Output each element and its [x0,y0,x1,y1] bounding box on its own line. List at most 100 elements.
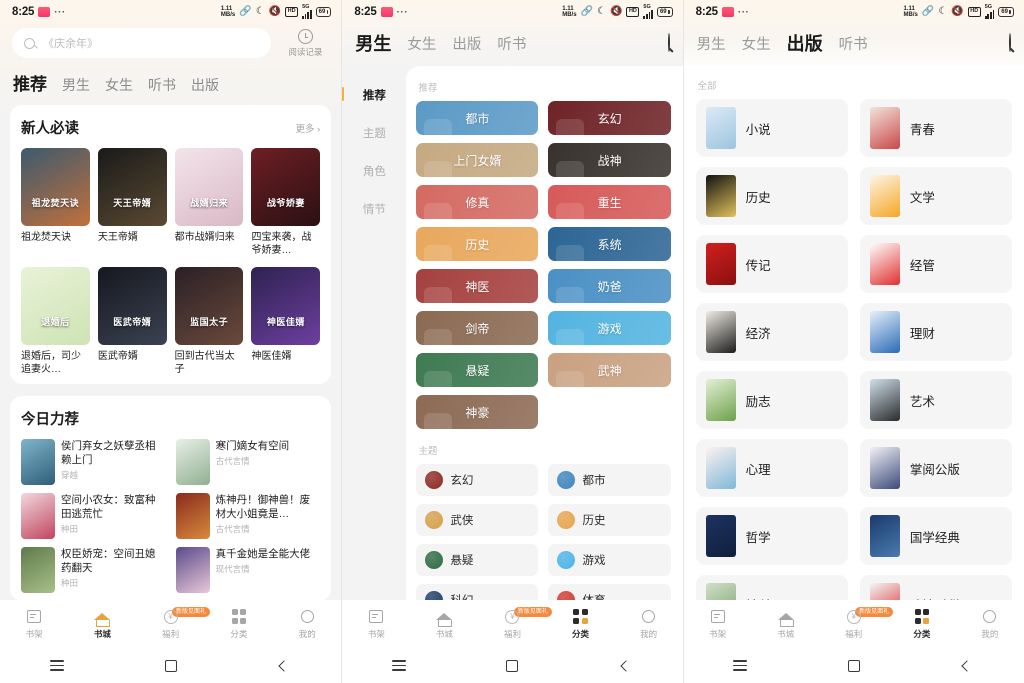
category-tile[interactable]: 历史 [416,227,539,261]
nav-item-书架[interactable]: 书架 [0,608,68,640]
reading-history-button[interactable]: 阅读记录 [279,28,331,58]
nav-item-我的[interactable]: 我的 [273,608,341,640]
menu-icon[interactable] [342,658,455,673]
tab-recommend[interactable]: 推荐 [13,70,47,95]
tab-female[interactable]: 女生 [407,33,436,54]
tab-audiobook[interactable]: 听书 [148,75,176,95]
sidebar-item-角色[interactable]: 角色 [342,152,406,190]
tab-publish[interactable]: 出版 [191,75,219,95]
category-tile[interactable]: 神豪 [416,395,539,429]
back-chevron-icon[interactable] [228,659,342,672]
nav-item-我的[interactable]: 我的 [956,608,1024,640]
search-button[interactable] [1008,33,1011,52]
tab-publish[interactable]: 出版 [452,33,481,54]
publish-category-item[interactable]: 政法财税 [859,575,1012,602]
category-tile[interactable]: 武神 [548,353,671,387]
category-sidebar: 推荐 主题 角色 情节 [342,66,406,602]
book-item[interactable]: 神医佳婿 神医佳婿 [251,267,321,376]
category-tile[interactable]: 修真 [416,185,539,219]
back-chevron-icon[interactable] [911,659,1024,672]
menu-icon[interactable] [0,658,114,673]
nav-item-书架[interactable]: 书架 [342,608,410,640]
publish-category-item[interactable]: 理财 [859,303,1012,361]
theme-item[interactable]: 悬疑 [416,544,539,576]
tab-female[interactable]: 女生 [742,33,771,54]
category-tile[interactable]: 悬疑 [416,353,539,387]
tab-female[interactable]: 女生 [105,75,133,95]
theme-item[interactable]: 历史 [548,504,671,536]
nav-item-分类[interactable]: 分类 [888,608,956,640]
menu-icon[interactable] [684,658,797,673]
nav-item-书城[interactable]: 书城 [68,608,136,640]
nav-item-福利[interactable]: 新版见面礼福利 [137,607,211,640]
nav-item-书城[interactable]: 书城 [410,608,478,640]
tab-audiobook[interactable]: 听书 [839,33,868,54]
publish-category-item[interactable]: 掌阅公版 [859,439,1012,497]
category-tile[interactable]: 奶爸 [548,269,671,303]
book-item[interactable]: 监国太子 回到古代当太子 [174,267,244,376]
category-tile[interactable]: 都市 [416,101,539,135]
publish-category-item[interactable]: 传记 [695,235,848,293]
search-input[interactable]: 《庆余年》 [12,28,272,58]
section-more-link[interactable]: 更多 › [296,121,321,135]
list-item[interactable]: 侯门弃女之妖孽丞相赖上门 穿越 [21,439,166,485]
publish-category-item[interactable]: 文学 [859,167,1012,225]
tab-audiobook[interactable]: 听书 [497,33,526,54]
category-tile[interactable]: 系统 [548,227,671,261]
nav-item-书城[interactable]: 书城 [752,608,820,640]
sidebar-item-情节[interactable]: 情节 [342,190,406,228]
publish-category-item[interactable]: 哲学 [695,507,848,565]
square-home-icon[interactable] [797,659,910,672]
list-item[interactable]: 空间小农女：致富种田逃荒忙 种田 [21,493,166,539]
publish-category-item[interactable]: 国学经典 [859,507,1012,565]
publish-category-item[interactable]: 艺术 [859,371,1012,429]
publish-category-item[interactable]: 历史 [695,167,848,225]
publish-category-item[interactable]: 励志 [695,371,848,429]
publish-category-item[interactable]: 小说 [695,99,848,157]
tab-male[interactable]: 男生 [697,33,726,54]
search-button[interactable] [667,33,670,52]
sidebar-item-主题[interactable]: 主题 [342,114,406,152]
theme-item[interactable]: 武侠 [416,504,539,536]
category-tile[interactable]: 战神 [548,143,671,177]
nav-item-分类[interactable]: 分类 [547,608,615,640]
publish-category-item[interactable]: 经济 [695,303,848,361]
book-title: 回到古代当太子 [174,351,235,375]
book-item[interactable]: 战婿归来 都市战婿归来 [174,148,244,257]
publish-category-item[interactable]: 青春 [859,99,1012,157]
publish-category-item[interactable]: 心理 [695,439,848,497]
book-item[interactable]: 战爷娇妻 四宝来袭，战爷娇妻… [251,148,321,257]
back-chevron-icon[interactable] [569,659,682,672]
nav-item-福利[interactable]: 新版见面礼福利 [820,607,894,640]
list-item[interactable]: 寒门嫡女有空间 古代言情 [175,439,321,485]
list-item[interactable]: 炼神丹！御神兽！废材大小姐竟是… 古代言情 [175,493,321,539]
tab-male[interactable]: 男生 [62,75,90,95]
theme-item[interactable]: 都市 [548,464,671,496]
tile-decoration [424,329,453,345]
category-tile[interactable]: 上门女婿 [416,143,539,177]
sidebar-item-推荐[interactable]: 推荐 [342,76,406,114]
tab-male[interactable]: 男生 [355,30,391,56]
book-item[interactable]: 退婚后 退婚后，司少追妻火… [21,267,90,376]
category-tile[interactable]: 重生 [548,185,671,219]
category-tile[interactable]: 神医 [416,269,539,303]
category-tile[interactable]: 游戏 [548,311,671,345]
list-item[interactable]: 权臣娇宠：空间丑媳药翻天 种田 [21,547,166,593]
publish-category-item[interactable]: 经管 [859,235,1012,293]
square-home-icon[interactable] [114,659,228,672]
nav-item-福利[interactable]: 新版见面礼福利 [478,607,552,640]
publish-category-item[interactable]: 社科 [695,575,848,602]
theme-item[interactable]: 游戏 [548,544,671,576]
category-tile[interactable]: 玄幻 [548,101,671,135]
square-home-icon[interactable] [456,659,569,672]
list-item[interactable]: 真千金她是全能大佬 现代言情 [175,547,321,593]
theme-item[interactable]: 玄幻 [416,464,539,496]
category-tile[interactable]: 剑帝 [416,311,539,345]
nav-item-分类[interactable]: 分类 [205,608,273,640]
book-item[interactable]: 祖龙焚天诀 祖龙焚天诀 [21,148,90,257]
tab-publish[interactable]: 出版 [787,30,823,56]
nav-item-我的[interactable]: 我的 [615,608,683,640]
book-item[interactable]: 天王帝婿 天王帝婿 [97,148,167,257]
book-item[interactable]: 医武帝婿 医武帝婿 [97,267,167,376]
nav-item-书架[interactable]: 书架 [684,608,752,640]
